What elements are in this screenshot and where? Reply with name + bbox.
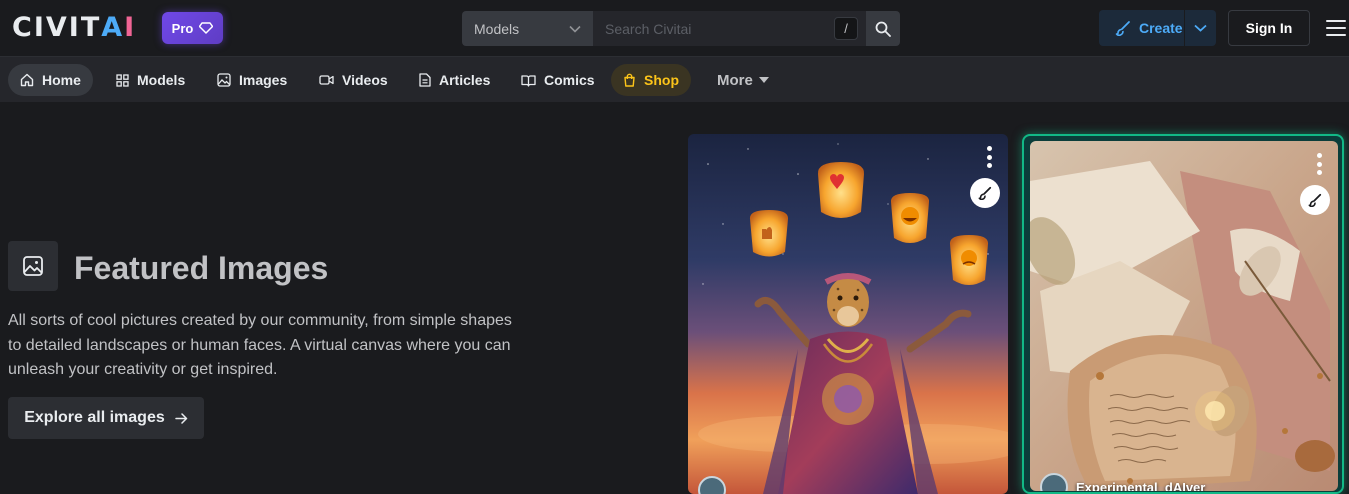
top-header: C I V I T A I Pro Models / Create Sign I… xyxy=(0,0,1349,57)
nav-item-label: Images xyxy=(239,72,288,88)
search-type-select[interactable]: Models xyxy=(462,11,593,46)
grid-icon xyxy=(116,73,129,87)
card-creator[interactable]: Experimental_dAIver xyxy=(1040,473,1205,491)
nav-item-label: Articles xyxy=(439,72,491,88)
card-creator[interactable] xyxy=(698,476,734,494)
nav-item-images[interactable]: Images xyxy=(205,64,299,96)
nav-item-comics[interactable]: Comics xyxy=(509,64,607,96)
nav-more-label: More xyxy=(717,71,753,89)
nav-item-label: Models xyxy=(137,72,186,88)
create-button[interactable]: Create xyxy=(1099,10,1216,46)
nav-item-shop[interactable]: Shop xyxy=(611,64,691,96)
create-menu-toggle[interactable] xyxy=(1185,10,1216,46)
more-options-icon[interactable] xyxy=(1316,153,1322,175)
nav-item-label: Shop xyxy=(644,72,679,88)
brush-icon xyxy=(1115,21,1130,36)
main-nav: Home Models Images Videos Articles Comic… xyxy=(0,57,1349,102)
logo-letter: I xyxy=(68,12,80,43)
video-icon xyxy=(319,75,334,85)
home-icon xyxy=(20,73,34,87)
nav-item-label: Comics xyxy=(544,72,595,88)
create-label: Create xyxy=(1139,20,1183,36)
logo-letter: I xyxy=(33,12,45,43)
search-icon xyxy=(875,21,891,37)
featured-image-card[interactable] xyxy=(688,134,1008,494)
diamond-icon xyxy=(199,22,214,34)
hero-description: All sorts of cool pictures created by ou… xyxy=(8,312,512,378)
nav-item-label: Home xyxy=(42,72,81,88)
avatar xyxy=(698,476,726,494)
search-bar: Models / xyxy=(462,11,900,46)
featured-image-card[interactable]: Experimental_dAIver xyxy=(1030,141,1338,491)
creator-name: Experimental_dAIver xyxy=(1076,479,1206,492)
featured-image xyxy=(1030,141,1338,491)
more-options-icon[interactable] xyxy=(986,146,992,168)
remix-button[interactable] xyxy=(1300,185,1330,215)
logo-letter: V xyxy=(45,12,68,43)
search-button[interactable] xyxy=(866,11,900,46)
remix-button[interactable] xyxy=(970,178,1000,208)
nav-item-home[interactable]: Home xyxy=(8,64,93,96)
pro-button[interactable]: Pro xyxy=(162,12,223,44)
avatar xyxy=(1040,473,1068,491)
pro-label: Pro xyxy=(171,20,194,36)
logo-letter: C xyxy=(12,12,33,43)
nav-item-videos[interactable]: Videos xyxy=(307,64,400,96)
chevron-down-icon xyxy=(569,25,581,33)
explore-label: Explore all images xyxy=(24,409,165,426)
create-main-button[interactable]: Create xyxy=(1099,10,1185,46)
search-type-label: Models xyxy=(474,20,520,37)
caret-down-icon xyxy=(758,77,769,83)
logo-letter: T xyxy=(80,12,101,43)
chevron-down-icon xyxy=(1194,24,1207,32)
nav-item-models[interactable]: Models xyxy=(104,64,197,96)
logo-letter: A xyxy=(101,12,124,43)
civitai-logo[interactable]: C I V I T A I xyxy=(12,14,135,42)
nav-item-articles[interactable]: Articles xyxy=(407,64,502,96)
hamburger-menu-icon[interactable] xyxy=(1326,20,1346,36)
search-shortcut-key: / xyxy=(834,17,858,40)
book-icon xyxy=(521,74,536,87)
page-title: Featured Images xyxy=(74,250,329,286)
explore-all-images-button[interactable]: Explore all images xyxy=(8,397,204,439)
image-icon xyxy=(23,256,43,276)
image-icon xyxy=(217,73,231,87)
search-input[interactable] xyxy=(593,11,866,46)
nav-item-label: Videos xyxy=(342,72,388,88)
brush-icon xyxy=(978,186,992,200)
logo-letter: I xyxy=(124,12,136,43)
sign-in-button[interactable]: Sign In xyxy=(1228,10,1310,46)
featured-images-icon xyxy=(8,241,58,291)
arrow-right-icon xyxy=(175,412,187,424)
nav-more-dropdown[interactable]: More xyxy=(717,64,769,96)
featured-image xyxy=(688,134,1008,494)
brush-icon xyxy=(1308,193,1322,207)
shopping-bag-icon xyxy=(624,73,635,87)
file-icon xyxy=(419,73,431,87)
